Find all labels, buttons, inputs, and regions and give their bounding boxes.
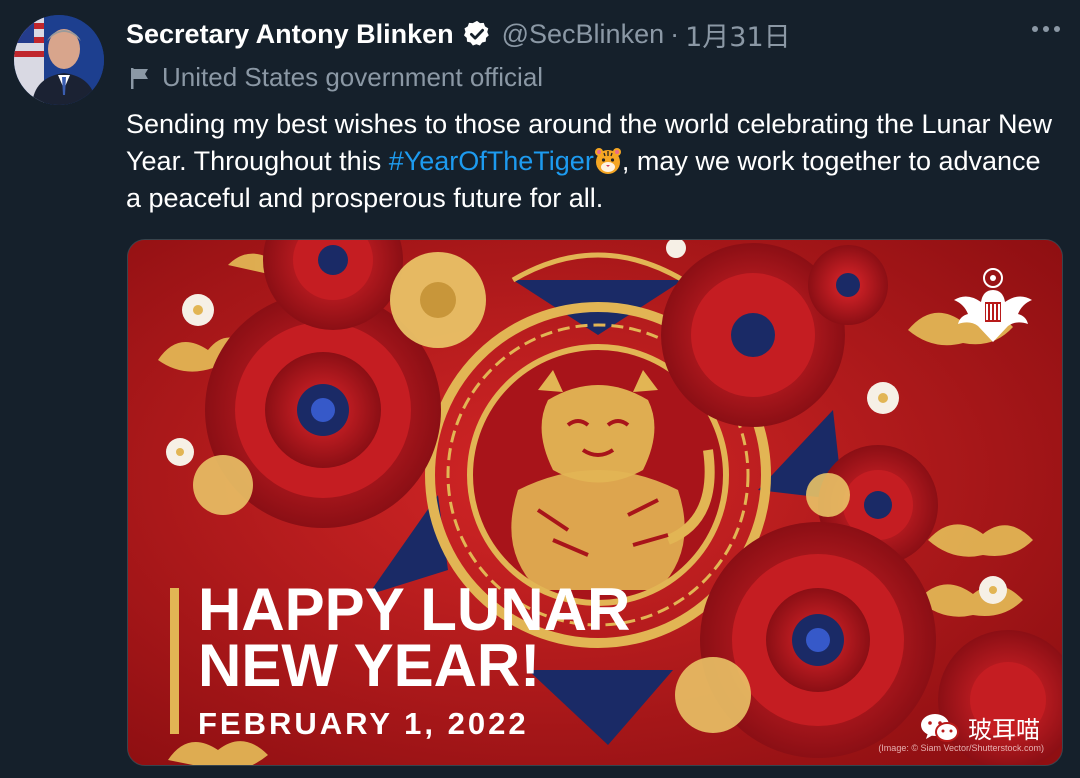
headline: HAPPY LUNAR NEW YEAR! bbox=[198, 576, 631, 699]
watermark: 玻耳喵 bbox=[920, 710, 1040, 745]
hashtag-link[interactable]: #YearOfTheTiger bbox=[389, 146, 594, 176]
author-handle[interactable]: @SecBlinken bbox=[502, 19, 665, 50]
tiger-face-emoji-icon bbox=[594, 147, 622, 175]
tweet-header: Secretary Antony Blinken @SecBlinken · 1… bbox=[126, 14, 1060, 54]
author-name[interactable]: Secretary Antony Blinken bbox=[126, 19, 454, 50]
headline-accent-bar bbox=[170, 588, 179, 734]
account-label-text: United States government official bbox=[162, 62, 544, 92]
tweet-image-card[interactable]: HAPPY LUNAR NEW YEAR! FEBRUARY 1, 2022 玻… bbox=[127, 239, 1063, 766]
tweet-date[interactable]: 1月31日 bbox=[685, 15, 791, 54]
us-state-department-seal-icon bbox=[952, 266, 1034, 346]
account-label[interactable]: United States government official bbox=[128, 62, 543, 93]
watermark-text: 玻耳喵 bbox=[968, 716, 1040, 744]
tweet-text: Sending my best wishes to those around t… bbox=[126, 106, 1056, 217]
avatar-photo bbox=[14, 15, 104, 105]
headline-line-1: HAPPY LUNAR bbox=[198, 576, 631, 643]
separator-dot: · bbox=[670, 18, 680, 49]
avatar[interactable] bbox=[14, 15, 104, 105]
image-date: FEBRUARY 1, 2022 bbox=[198, 706, 529, 741]
more-options-icon[interactable] bbox=[1032, 26, 1060, 32]
image-credit: (Image: © Siam Vector/Shutterstock.com) bbox=[878, 743, 1044, 753]
government-flag-icon bbox=[131, 67, 148, 89]
wechat-icon bbox=[921, 713, 959, 742]
verified-badge-icon bbox=[462, 19, 492, 49]
headline-line-2: NEW YEAR! bbox=[198, 632, 541, 699]
